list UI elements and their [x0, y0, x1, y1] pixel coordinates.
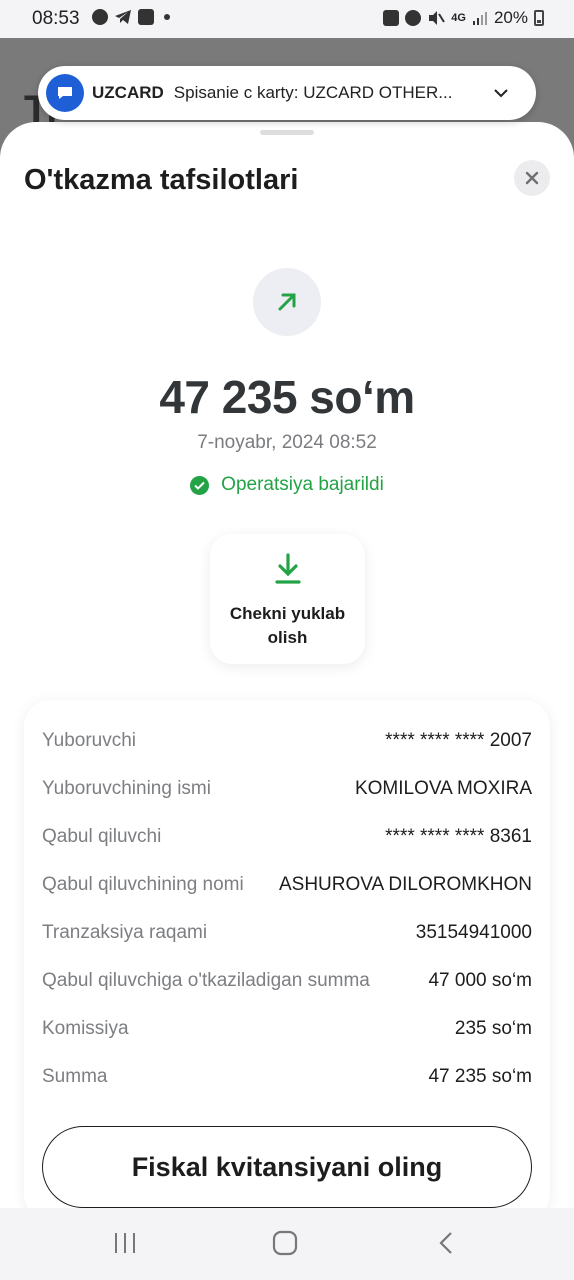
- transfer-amount: 47 235 so‘m: [159, 371, 415, 423]
- network-type: 4G: [451, 12, 466, 24]
- system-icons: 4G 20%: [383, 8, 544, 28]
- detail-value: ASHUROVA DILOROMKHON: [278, 874, 532, 895]
- detail-row-recipient: Qabul qiluvchi **** **** **** 8361: [42, 822, 532, 852]
- detail-key: Qabul qiluvchining nomi: [42, 874, 244, 895]
- arrow-up-right-icon: [278, 293, 296, 311]
- uzcard-app-icon: [46, 74, 84, 112]
- detail-value: 35154941000: [415, 922, 532, 943]
- more-notifications-dot: [164, 14, 170, 20]
- close-button[interactable]: [514, 160, 550, 196]
- detail-row-commission: Komissiya 235 so‘m: [42, 1014, 532, 1044]
- detail-row-sender: Yuboruvchi **** **** **** 2007: [42, 726, 532, 756]
- recents-icon[interactable]: [112, 1230, 138, 1256]
- detail-key: Qabul qiluvchiga o'tkaziladigan summa: [42, 970, 370, 991]
- navigation-bar: [0, 1208, 574, 1280]
- download-receipt-label: Chekni yuklab olish: [229, 604, 346, 647]
- detail-key: Yuboruvchi: [42, 730, 137, 751]
- detail-row-transaction-id: Tranzaksiya raqami 35154941000: [42, 918, 532, 948]
- detail-value: 47 000 so‘m: [428, 970, 532, 991]
- detail-row-sender-name: Yuboruvchining ismi KOMILOVA MOXIRA: [42, 774, 532, 804]
- check-circle-icon: [190, 475, 210, 495]
- detail-key: Tranzaksiya raqami: [42, 922, 208, 943]
- detail-value: **** **** **** 2007: [385, 730, 532, 751]
- notification-message: Spisanie c karty: UZCARD OTHER...: [173, 83, 453, 102]
- detail-key: Komissiya: [42, 1018, 129, 1039]
- download-receipt-button[interactable]: Chekni yuklab olish: [210, 534, 365, 664]
- outgoing-transfer-badge: [253, 268, 321, 336]
- back-icon[interactable]: [434, 1230, 460, 1256]
- mute-icon: [429, 11, 446, 25]
- fiscal-receipt-button[interactable]: Fiskal kvitansiyani oling: [42, 1126, 532, 1208]
- status-text: Operatsiya bajarildi: [221, 474, 384, 495]
- detail-value: 47 235 so‘m: [428, 1066, 532, 1087]
- telegram-icon: [115, 10, 131, 24]
- transfer-datetime: 7-noyabr, 2024 08:52: [197, 432, 377, 453]
- detail-row-amount-to-recipient: Qabul qiluvchiga o'tkaziladigan summa 47…: [42, 966, 532, 996]
- detail-row-recipient-name: Qabul qiluvchining nomi ASHUROVA DILOROM…: [42, 870, 532, 900]
- heads-up-notification[interactable]: UZCARD Spisanie c karty: UZCARD OTHER...: [38, 66, 536, 120]
- notification-app-name: UZCARD: [92, 83, 164, 102]
- status-bar: 08:53 4G 20%: [0, 0, 574, 38]
- chat-bubble-icon: [58, 87, 72, 99]
- close-icon: [525, 171, 539, 185]
- gallery-icon: [138, 9, 154, 25]
- battery-percent: 20%: [493, 8, 528, 27]
- notification-icons: [92, 9, 170, 25]
- detail-value: KOMILOVA MOXIRA: [354, 778, 532, 799]
- download-icon: [275, 553, 301, 584]
- detail-row-total: Summa 47 235 so‘m: [42, 1062, 532, 1092]
- operation-status: Operatsiya bajarildi: [0, 474, 574, 496]
- lock-icon: [383, 10, 400, 26]
- chevron-down-icon[interactable]: [490, 82, 512, 104]
- signal-icon: [472, 12, 487, 25]
- detail-key: Summa: [42, 1066, 108, 1087]
- alarm-icon: [405, 10, 422, 26]
- transfer-details-sheet: O'tkazma tafsilotlari 47 235 so‘m 7-noya…: [0, 122, 574, 1208]
- detail-value: 235 so‘m: [454, 1018, 532, 1039]
- sheet-title: O'tkazma tafsilotlari: [24, 164, 299, 196]
- chat-icon: [92, 9, 108, 25]
- details-card: Yuboruvchi **** **** **** 2007 Yuboruvch…: [24, 700, 550, 1208]
- home-icon[interactable]: [272, 1230, 298, 1256]
- detail-key: Yuboruvchining ismi: [42, 778, 211, 799]
- detail-key: Qabul qiluvchi: [42, 826, 162, 847]
- battery-icon: [534, 10, 544, 26]
- drag-handle[interactable]: [260, 130, 314, 135]
- clock: 08:53: [32, 8, 80, 29]
- detail-value: **** **** **** 8361: [385, 826, 532, 847]
